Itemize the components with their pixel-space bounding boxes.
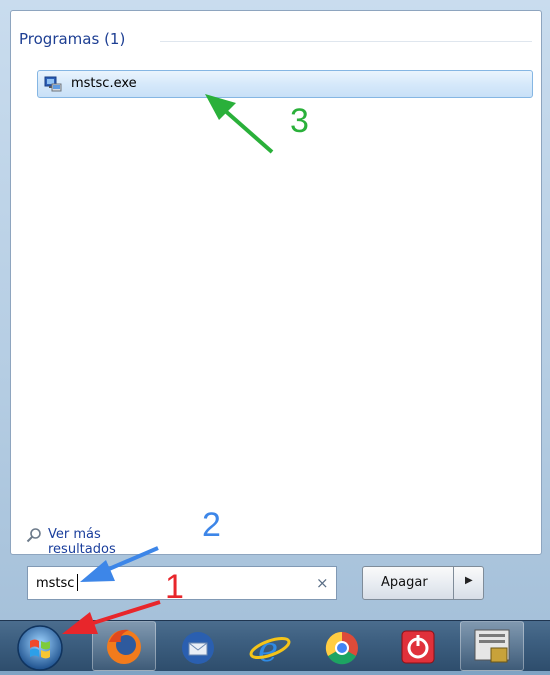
annotation-number-2: 2: [202, 506, 221, 544]
shutdown-options-button[interactable]: ▶: [453, 566, 484, 600]
result-item-label: mstsc.exe: [71, 76, 137, 91]
see-more-results-label: Ver más resultados: [48, 527, 116, 557]
shutdown-label: Apagar: [381, 575, 428, 590]
programs-section-title: Programas (1): [19, 30, 126, 48]
chevron-right-icon: ▶: [465, 575, 473, 586]
document-app-icon: [474, 629, 510, 663]
thunderbird-icon: [182, 632, 214, 664]
taskbar-power-app[interactable]: [388, 621, 452, 671]
start-menu: Programas (1) mstsc.exe Ver más resultad…: [0, 0, 550, 620]
power-app-icon: [401, 630, 435, 664]
taskbar-firefox[interactable]: [92, 621, 156, 671]
taskbar-internet-explorer[interactable]: e: [240, 621, 304, 671]
taskbar-document-app[interactable]: [460, 621, 524, 671]
taskbar-thunderbird[interactable]: [170, 621, 234, 671]
taskbar: e: [0, 620, 550, 671]
annotation-number-3: 3: [290, 102, 309, 140]
start-orb-icon: [17, 625, 63, 671]
taskbar-chrome[interactable]: [312, 621, 376, 671]
firefox-icon: [107, 629, 141, 664]
annotation-number-1: 1: [165, 568, 184, 606]
remote-desktop-icon: [44, 76, 62, 92]
start-button[interactable]: [8, 621, 72, 671]
internet-explorer-icon: e: [249, 630, 291, 670]
section-divider: [160, 41, 532, 42]
svg-text:e: e: [258, 630, 278, 670]
clear-icon[interactable]: ×: [316, 574, 329, 592]
search-icon: [26, 528, 41, 543]
chrome-icon: [325, 631, 358, 665]
shutdown-group: Apagar ▶: [362, 566, 484, 600]
shutdown-button[interactable]: Apagar: [362, 566, 454, 600]
result-item-mstsc[interactable]: mstsc.exe: [37, 70, 533, 98]
text-caret: [77, 574, 78, 591]
